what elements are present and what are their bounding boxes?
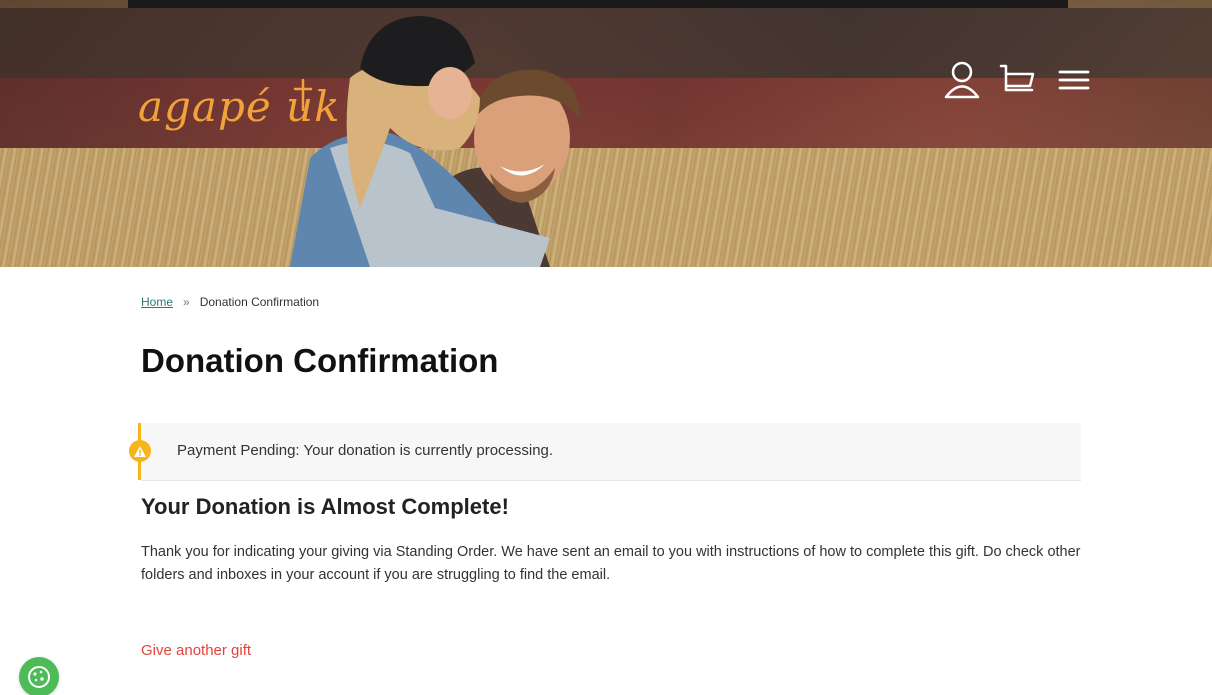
hero-couple-illustration <box>290 16 580 267</box>
payment-pending-notice: Payment Pending: Your donation is curren… <box>129 423 1081 481</box>
breadcrumb-current: Donation Confirmation <box>199 295 320 309</box>
breadcrumb-home-link[interactable]: Home <box>141 295 173 309</box>
logo-cross-icon <box>293 78 313 112</box>
section-heading: Your Donation is Almost Complete! <box>141 494 509 519</box>
hamburger-menu-icon <box>1058 70 1090 90</box>
give-another-gift-link[interactable]: Give another gift <box>141 642 251 659</box>
cookie-icon <box>28 666 50 688</box>
cart-icon <box>999 64 1035 92</box>
cookie-settings-button[interactable] <box>19 657 59 695</box>
notice-message: Payment Pending: Your donation is curren… <box>177 442 554 459</box>
menu-button[interactable] <box>1052 58 1096 102</box>
cart-button[interactable] <box>996 58 1040 102</box>
header-actions <box>940 58 1096 102</box>
breadcrumb: Home » Donation Confirmation <box>141 295 319 309</box>
confirmation-body-text: Thank you for indicating your giving via… <box>141 544 1081 583</box>
user-icon <box>944 61 980 99</box>
hero-banner: agapé uk <box>0 0 1212 267</box>
account-button[interactable] <box>940 58 984 102</box>
top-bar <box>128 0 1068 8</box>
breadcrumb-separator: » <box>183 295 190 309</box>
page-title: Donation Confirmation <box>141 342 499 379</box>
warning-icon <box>129 440 151 462</box>
page: agapé uk Home» Donation Confirmation Don… <box>0 0 1212 695</box>
